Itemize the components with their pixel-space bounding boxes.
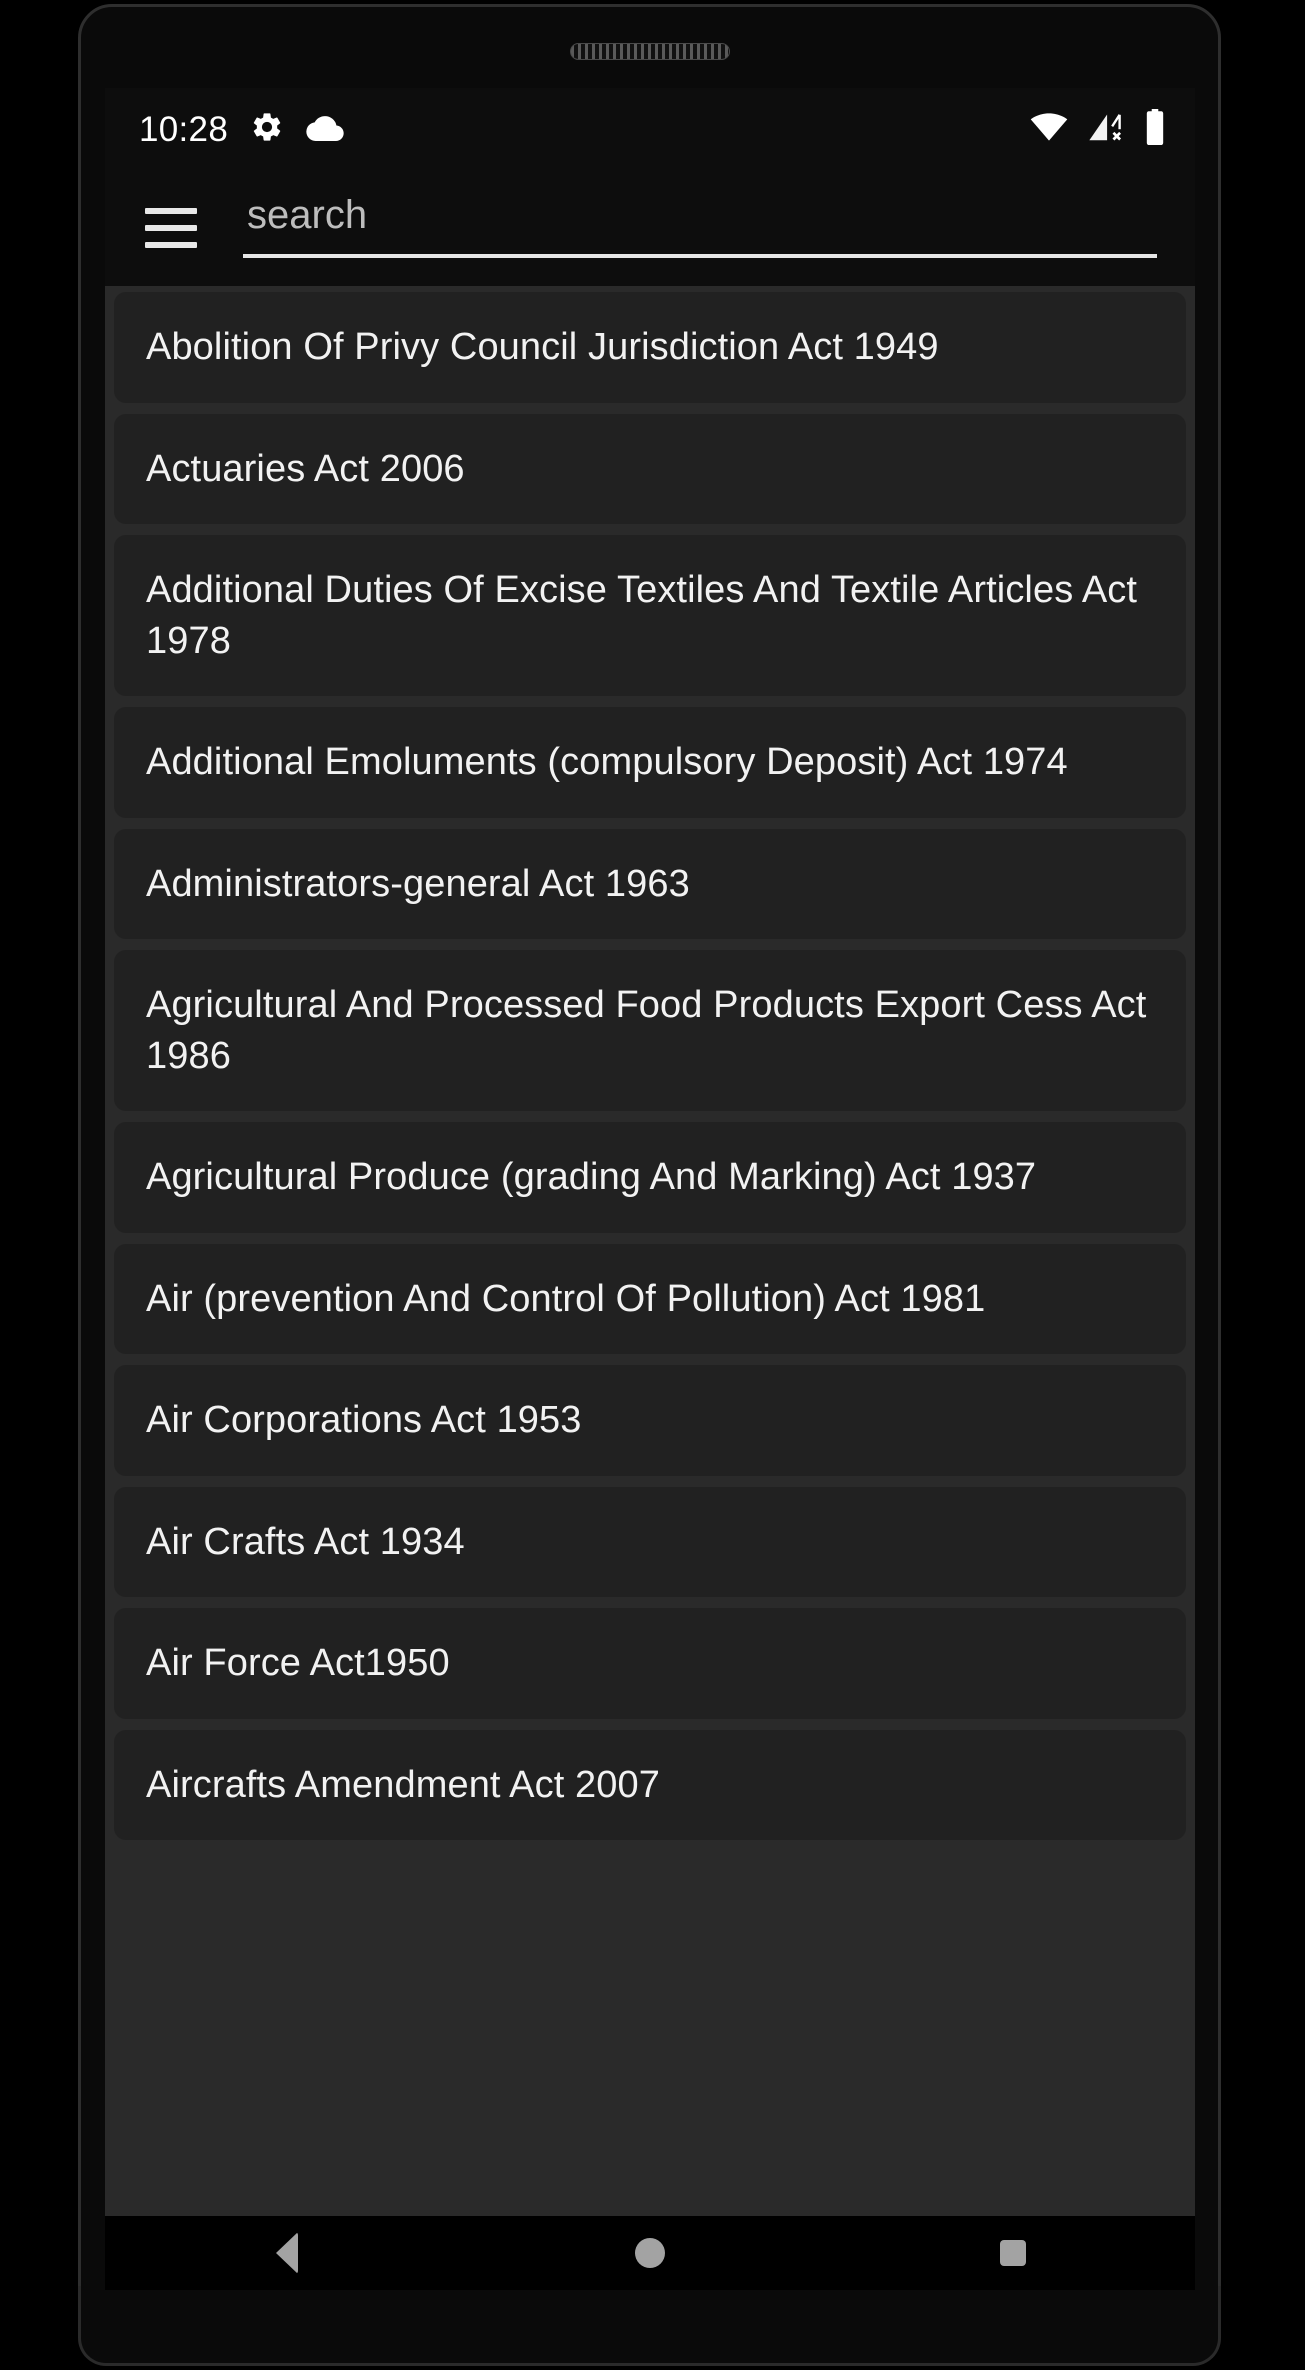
search-input[interactable] (243, 192, 1157, 258)
list-item[interactable]: Air Force Act1950 (114, 1608, 1186, 1719)
acts-list[interactable]: Abolition Of Privy Council Jurisdiction … (105, 286, 1195, 2216)
gear-icon (250, 110, 284, 149)
device-bottom-lip (78, 2286, 1221, 2366)
home-button[interactable] (575, 2216, 725, 2290)
battery-full-icon (1143, 108, 1167, 150)
speaker-grille (569, 43, 730, 60)
list-item[interactable]: Abolition Of Privy Council Jurisdiction … (114, 292, 1186, 403)
wifi-icon (1029, 111, 1069, 148)
list-item[interactable]: Air (prevention And Control Of Pollution… (114, 1243, 1186, 1355)
device-frame: 10:28 search Abolition Of Privy Council … (0, 0, 1305, 2370)
list-item[interactable]: Additional Duties Of Excise Textiles And… (114, 535, 1186, 697)
list-item-label: Air Corporations Act 1953 (146, 1399, 582, 1442)
square-recents-icon (1000, 2240, 1027, 2266)
hamburger-line-1 (145, 208, 197, 214)
list-item-label: Administrators-general Act 1963 (146, 862, 690, 905)
list-item-label: Actuaries Act 2006 (146, 447, 465, 490)
triangle-back-icon (275, 2232, 298, 2274)
app-toolbar (105, 170, 1195, 286)
status-bar-left: 10:28 (139, 110, 344, 149)
phone-screen: 10:28 search Abolition Of Privy Council … (105, 88, 1195, 2216)
status-bar-right (1029, 108, 1167, 150)
list-item[interactable]: Actuaries Act 2006 (114, 413, 1186, 525)
list-item-label: Air Crafts Act 1934 (146, 1520, 465, 1563)
cloud-icon (306, 113, 344, 146)
list-item[interactable]: Additional Emoluments (compulsory Deposi… (114, 707, 1186, 818)
list-item-label: Agricultural And Processed Food Products… (146, 984, 1147, 1077)
list-item[interactable]: Agricultural Produce (grading And Markin… (114, 1122, 1186, 1233)
circle-home-icon (634, 2238, 665, 2268)
list-item[interactable]: Air Corporations Act 1953 (114, 1365, 1186, 1476)
back-button[interactable] (212, 2216, 362, 2290)
list-item-label: Air (prevention And Control Of Pollution… (146, 1277, 986, 1320)
search-field-wrapper (243, 192, 1157, 264)
signal-no-sim-icon (1087, 111, 1125, 148)
list-item[interactable]: Agricultural And Processed Food Products… (114, 950, 1186, 1112)
android-navigation-bar (105, 2216, 1195, 2290)
hamburger-line-2 (145, 225, 197, 231)
status-bar: 10:28 (105, 88, 1195, 170)
list-item[interactable]: Aircrafts Amendment Act 2007 (114, 1729, 1186, 1841)
list-item-label: Aircrafts Amendment Act 2007 (146, 1763, 660, 1806)
list-item-label: Additional Emoluments (compulsory Deposi… (146, 741, 1068, 784)
list-item[interactable]: Administrators-general Act 1963 (114, 828, 1186, 940)
list-item-label: Additional Duties Of Excise Textiles And… (146, 569, 1138, 662)
status-clock: 10:28 (139, 109, 229, 149)
list-item-label: Air Force Act1950 (146, 1642, 450, 1685)
list-item-label: Abolition Of Privy Council Jurisdiction … (146, 326, 939, 368)
list-item[interactable]: Air Crafts Act 1934 (114, 1486, 1186, 1598)
recents-button[interactable] (938, 2216, 1088, 2290)
hamburger-menu-icon[interactable] (145, 208, 197, 248)
list-item-label: Agricultural Produce (grading And Markin… (146, 1156, 1037, 1199)
hamburger-line-3 (145, 242, 197, 248)
